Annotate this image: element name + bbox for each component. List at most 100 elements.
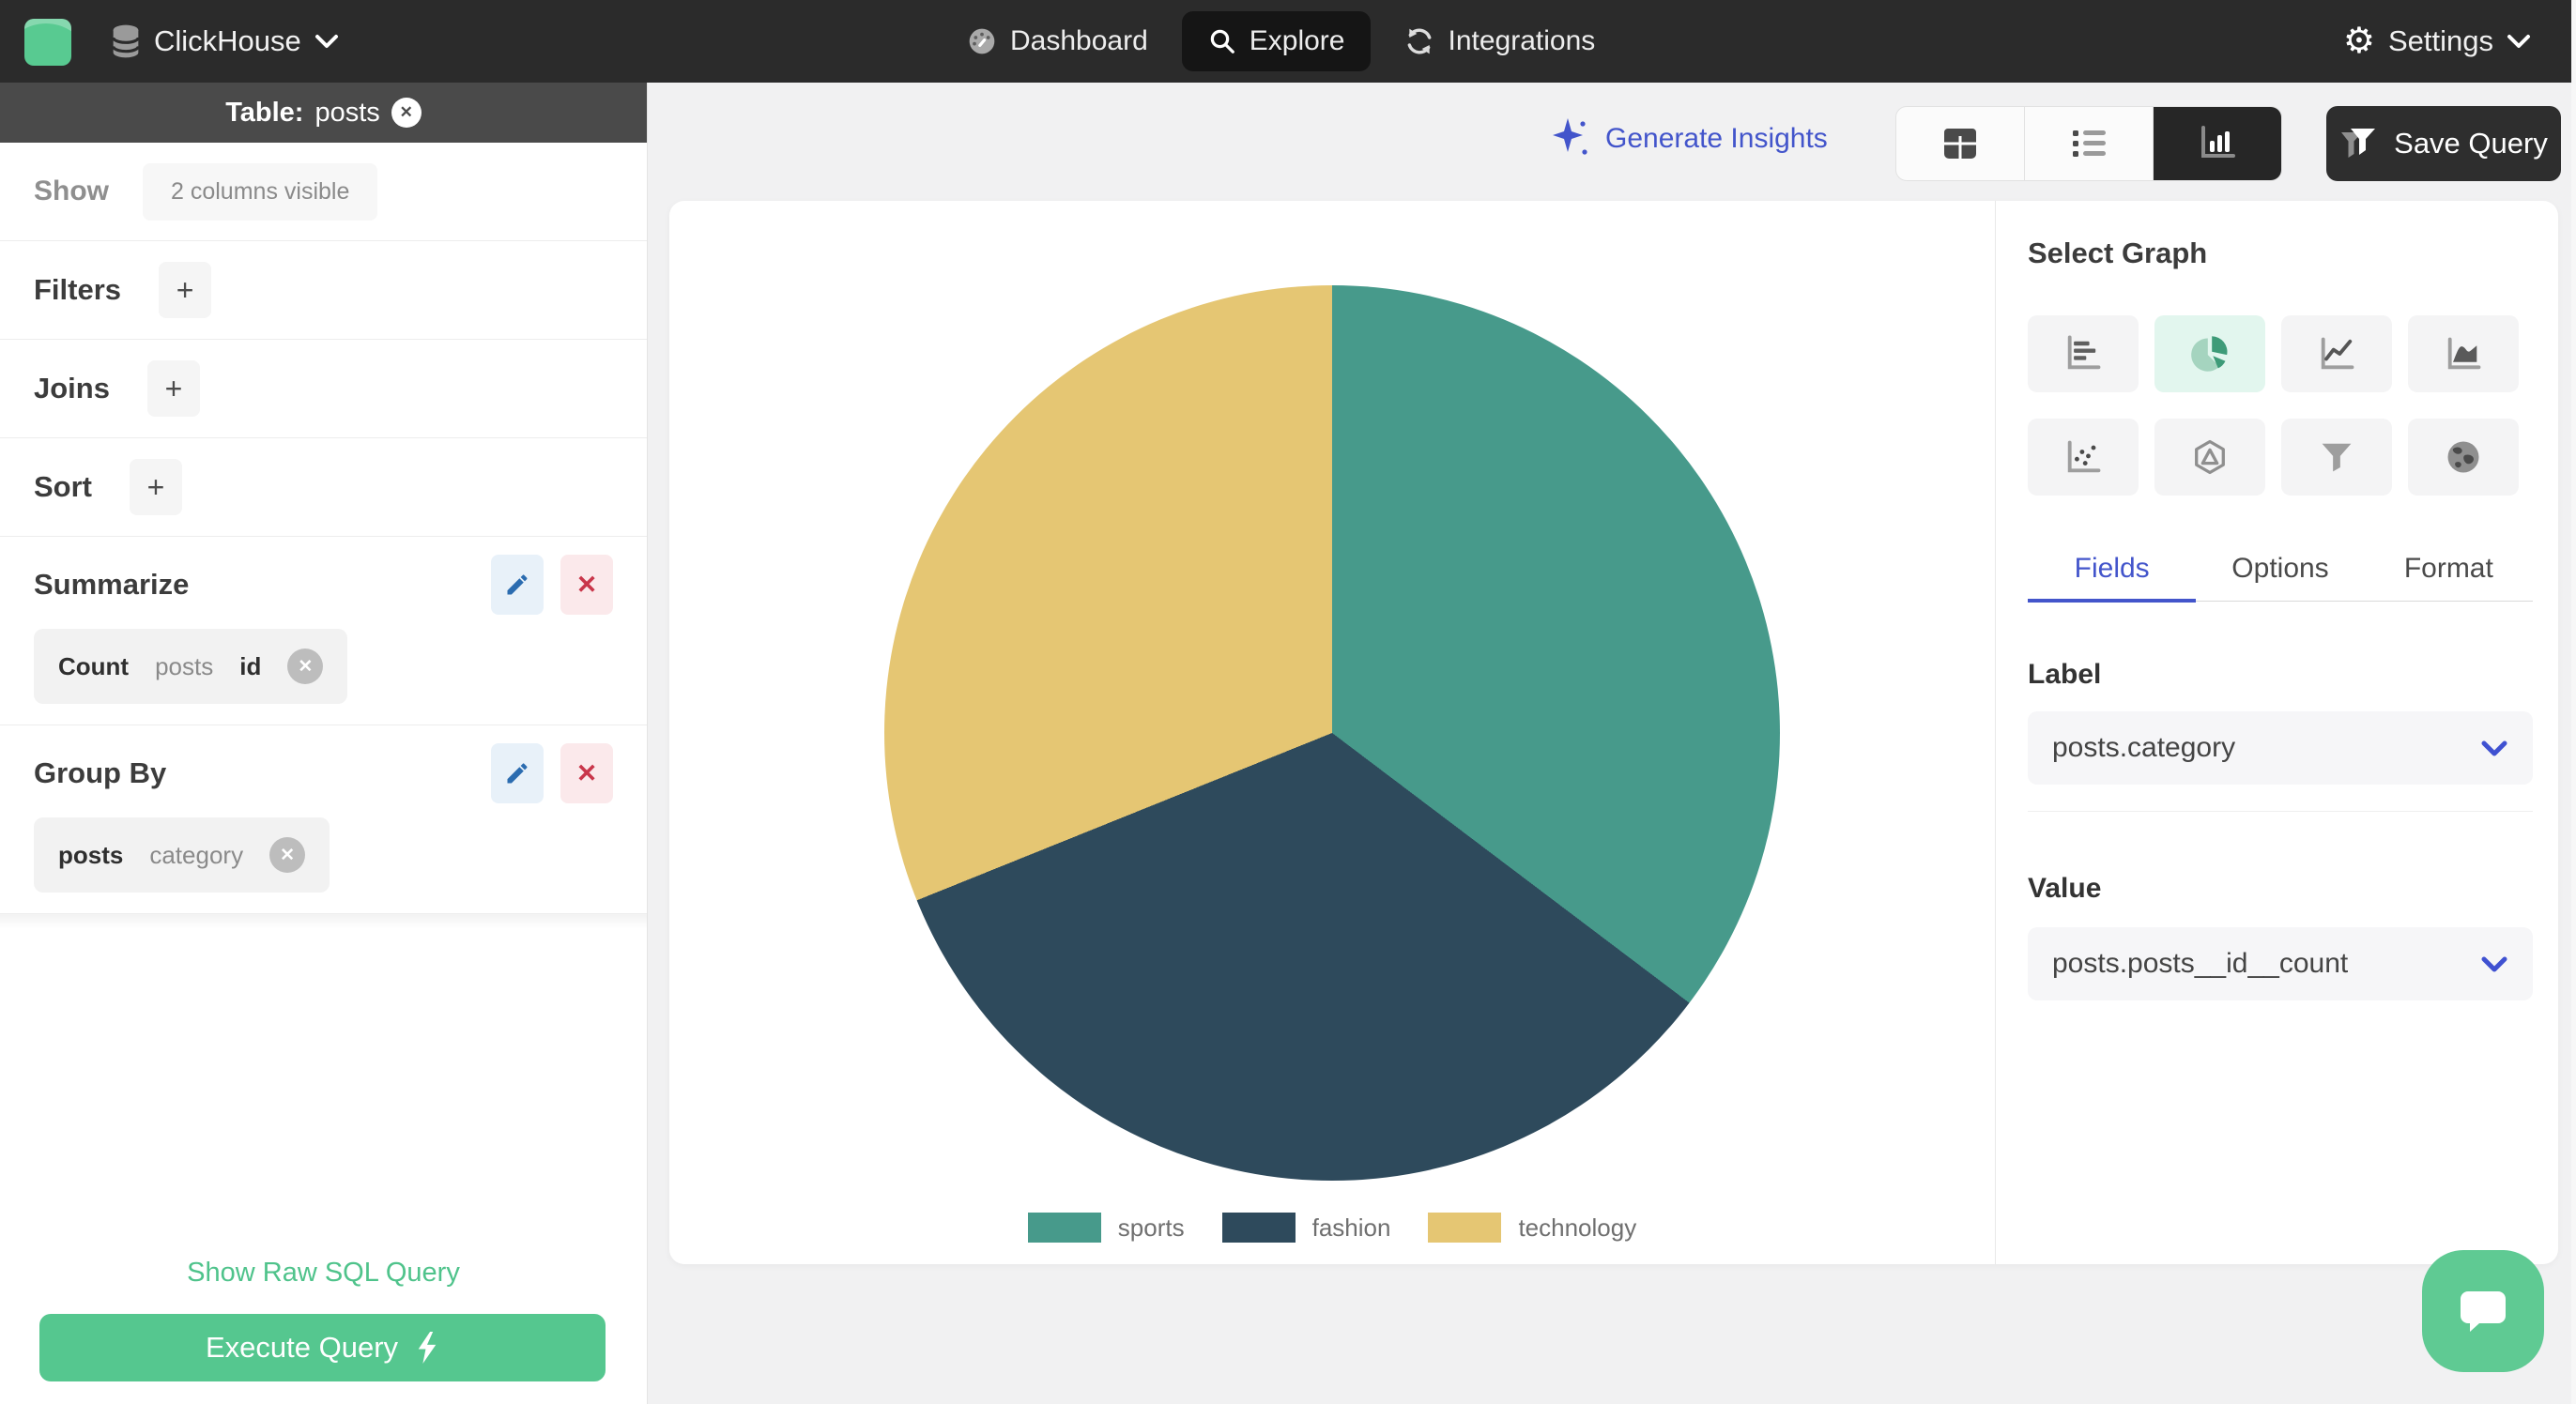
list-view-icon: [2067, 125, 2110, 162]
pie-chart[interactable]: [884, 285, 1780, 1181]
execute-query-label: Execute Query: [205, 1331, 399, 1364]
show-raw-sql-link[interactable]: Show Raw SQL Query: [0, 1258, 647, 1289]
legend-swatch: [1428, 1213, 1502, 1243]
lightning-bolt-icon: [415, 1332, 439, 1364]
funnel-icon: [2339, 127, 2379, 160]
columns-visible-button[interactable]: 2 columns visible: [143, 162, 378, 221]
sync-icon: [1404, 26, 1434, 56]
scatter-plot-icon: [2062, 436, 2104, 478]
group-by-label: Group By: [34, 756, 167, 789]
tab-options[interactable]: Options: [2196, 539, 2364, 599]
sort-label: Sort: [34, 470, 92, 503]
label-field-select[interactable]: posts.category: [2028, 711, 2533, 785]
chart-view-icon: [2196, 124, 2239, 163]
graph-type-scatter-button[interactable]: [2028, 419, 2139, 496]
legend-swatch: [1027, 1213, 1101, 1243]
page-scrollbar[interactable]: [2571, 0, 2576, 1404]
gear-icon: [2343, 23, 2375, 60]
database-icon: [111, 23, 141, 59]
sidebar-content-end: [0, 914, 647, 929]
app-logo[interactable]: [24, 19, 71, 66]
nav-label: Dashboard: [1010, 25, 1148, 56]
funnel-chart-icon: [2316, 436, 2357, 478]
legend-label: technology: [1518, 1213, 1637, 1242]
edit-group-by-button[interactable]: [491, 743, 544, 803]
graph-type-polygon-button[interactable]: [2154, 419, 2265, 496]
bar-chart-icon: [2062, 333, 2104, 374]
group-by-section: Group By posts category: [0, 725, 647, 914]
graph-type-bar-button[interactable]: [2028, 315, 2139, 392]
settings-label: Settings: [2387, 24, 2493, 57]
query-builder-sidebar: Table: posts Show 2 columns visible Filt…: [0, 83, 648, 1404]
chip-aggregate: Count: [58, 651, 130, 680]
remove-group-by-chip-icon[interactable]: [269, 837, 306, 873]
nav-item-integrations[interactable]: Integrations: [1404, 25, 1595, 57]
generate-insights-button[interactable]: Generate Insights: [1549, 116, 1828, 161]
show-row: Show 2 columns visible: [0, 143, 647, 241]
remove-table-icon[interactable]: [391, 98, 422, 128]
chart-view-button[interactable]: [2154, 107, 2281, 180]
summarize-label: Summarize: [34, 568, 190, 601]
line-chart-icon: [2316, 333, 2357, 374]
add-filter-button[interactable]: +: [159, 262, 212, 318]
graph-config-panel: Select Graph Fields Options Format Label…: [1995, 201, 2558, 1264]
main-nav: Dashboard Explore Integrations: [967, 0, 1595, 83]
tab-format[interactable]: Format: [2365, 539, 2533, 599]
add-join-button[interactable]: +: [146, 360, 200, 417]
chevron-down-icon: [2480, 740, 2508, 757]
save-query-button[interactable]: Save Query: [2326, 106, 2561, 181]
table-view-icon: [1939, 125, 1982, 162]
save-query-label: Save Query: [2394, 127, 2548, 160]
legend-item[interactable]: fashion: [1221, 1213, 1391, 1243]
fields-divider: [2028, 811, 2533, 812]
table-view-button[interactable]: [1896, 107, 2025, 180]
label-field-value: posts.category: [2052, 732, 2236, 763]
pencil-icon: [504, 760, 530, 786]
delete-summarize-button[interactable]: [560, 555, 613, 615]
graph-type-line-button[interactable]: [2281, 315, 2392, 392]
search-icon: [1208, 27, 1236, 55]
filters-label: Filters: [34, 273, 122, 306]
nav-item-explore[interactable]: Explore: [1181, 11, 1372, 71]
config-tabs: Fields Options Format: [2028, 539, 2533, 599]
add-sort-button[interactable]: +: [130, 459, 182, 515]
tab-fields[interactable]: Fields: [2028, 539, 2196, 599]
edit-summarize-button[interactable]: [491, 555, 544, 615]
value-field-select[interactable]: posts.posts__id__count: [2028, 927, 2533, 1000]
dashboard-gauge-icon: [967, 26, 997, 56]
graph-type-grid: [2028, 315, 2520, 496]
graph-type-funnel-button[interactable]: [2281, 419, 2392, 496]
graph-type-map-button[interactable]: [2408, 419, 2519, 496]
chat-widget-button[interactable]: [2422, 1250, 2544, 1372]
active-tab-indicator: [2028, 599, 2196, 603]
select-graph-title: Select Graph: [2028, 237, 2208, 269]
value-field-value: posts.posts__id__count: [2052, 948, 2349, 979]
execute-query-button[interactable]: Execute Query: [39, 1314, 606, 1381]
legend-item[interactable]: technology: [1428, 1213, 1636, 1243]
area-chart-icon: [2443, 333, 2484, 374]
delete-group-by-button[interactable]: [560, 743, 613, 803]
chat-bubble-icon: [2455, 1284, 2511, 1338]
legend-item[interactable]: sports: [1027, 1213, 1185, 1243]
joins-label: Joins: [34, 372, 110, 404]
table-header: Table: posts: [0, 83, 647, 143]
group-by-chip[interactable]: posts category: [34, 817, 330, 893]
legend-label: fashion: [1311, 1213, 1391, 1242]
remove-summarize-chip-icon[interactable]: [287, 649, 324, 684]
chip-column: id: [239, 651, 262, 680]
results-card: sports fashion technology Select Graph F…: [669, 201, 2558, 1264]
summarize-section: Summarize Count posts id: [0, 537, 647, 725]
globe-icon: [2443, 436, 2484, 478]
graph-type-pie-button[interactable]: [2154, 315, 2265, 392]
table-header-label: Table:: [225, 97, 304, 128]
pie-chart-icon: [2189, 333, 2231, 374]
database-selector[interactable]: ClickHouse: [111, 0, 339, 83]
graph-type-area-button[interactable]: [2408, 315, 2519, 392]
legend-swatch: [1221, 1213, 1296, 1243]
chip-table: posts: [58, 840, 124, 869]
summarize-chip[interactable]: Count posts id: [34, 629, 348, 704]
list-view-button[interactable]: [2025, 107, 2154, 180]
settings-menu[interactable]: Settings: [2343, 0, 2531, 83]
nav-item-dashboard[interactable]: Dashboard: [967, 25, 1148, 57]
show-label: Show: [34, 176, 109, 206]
